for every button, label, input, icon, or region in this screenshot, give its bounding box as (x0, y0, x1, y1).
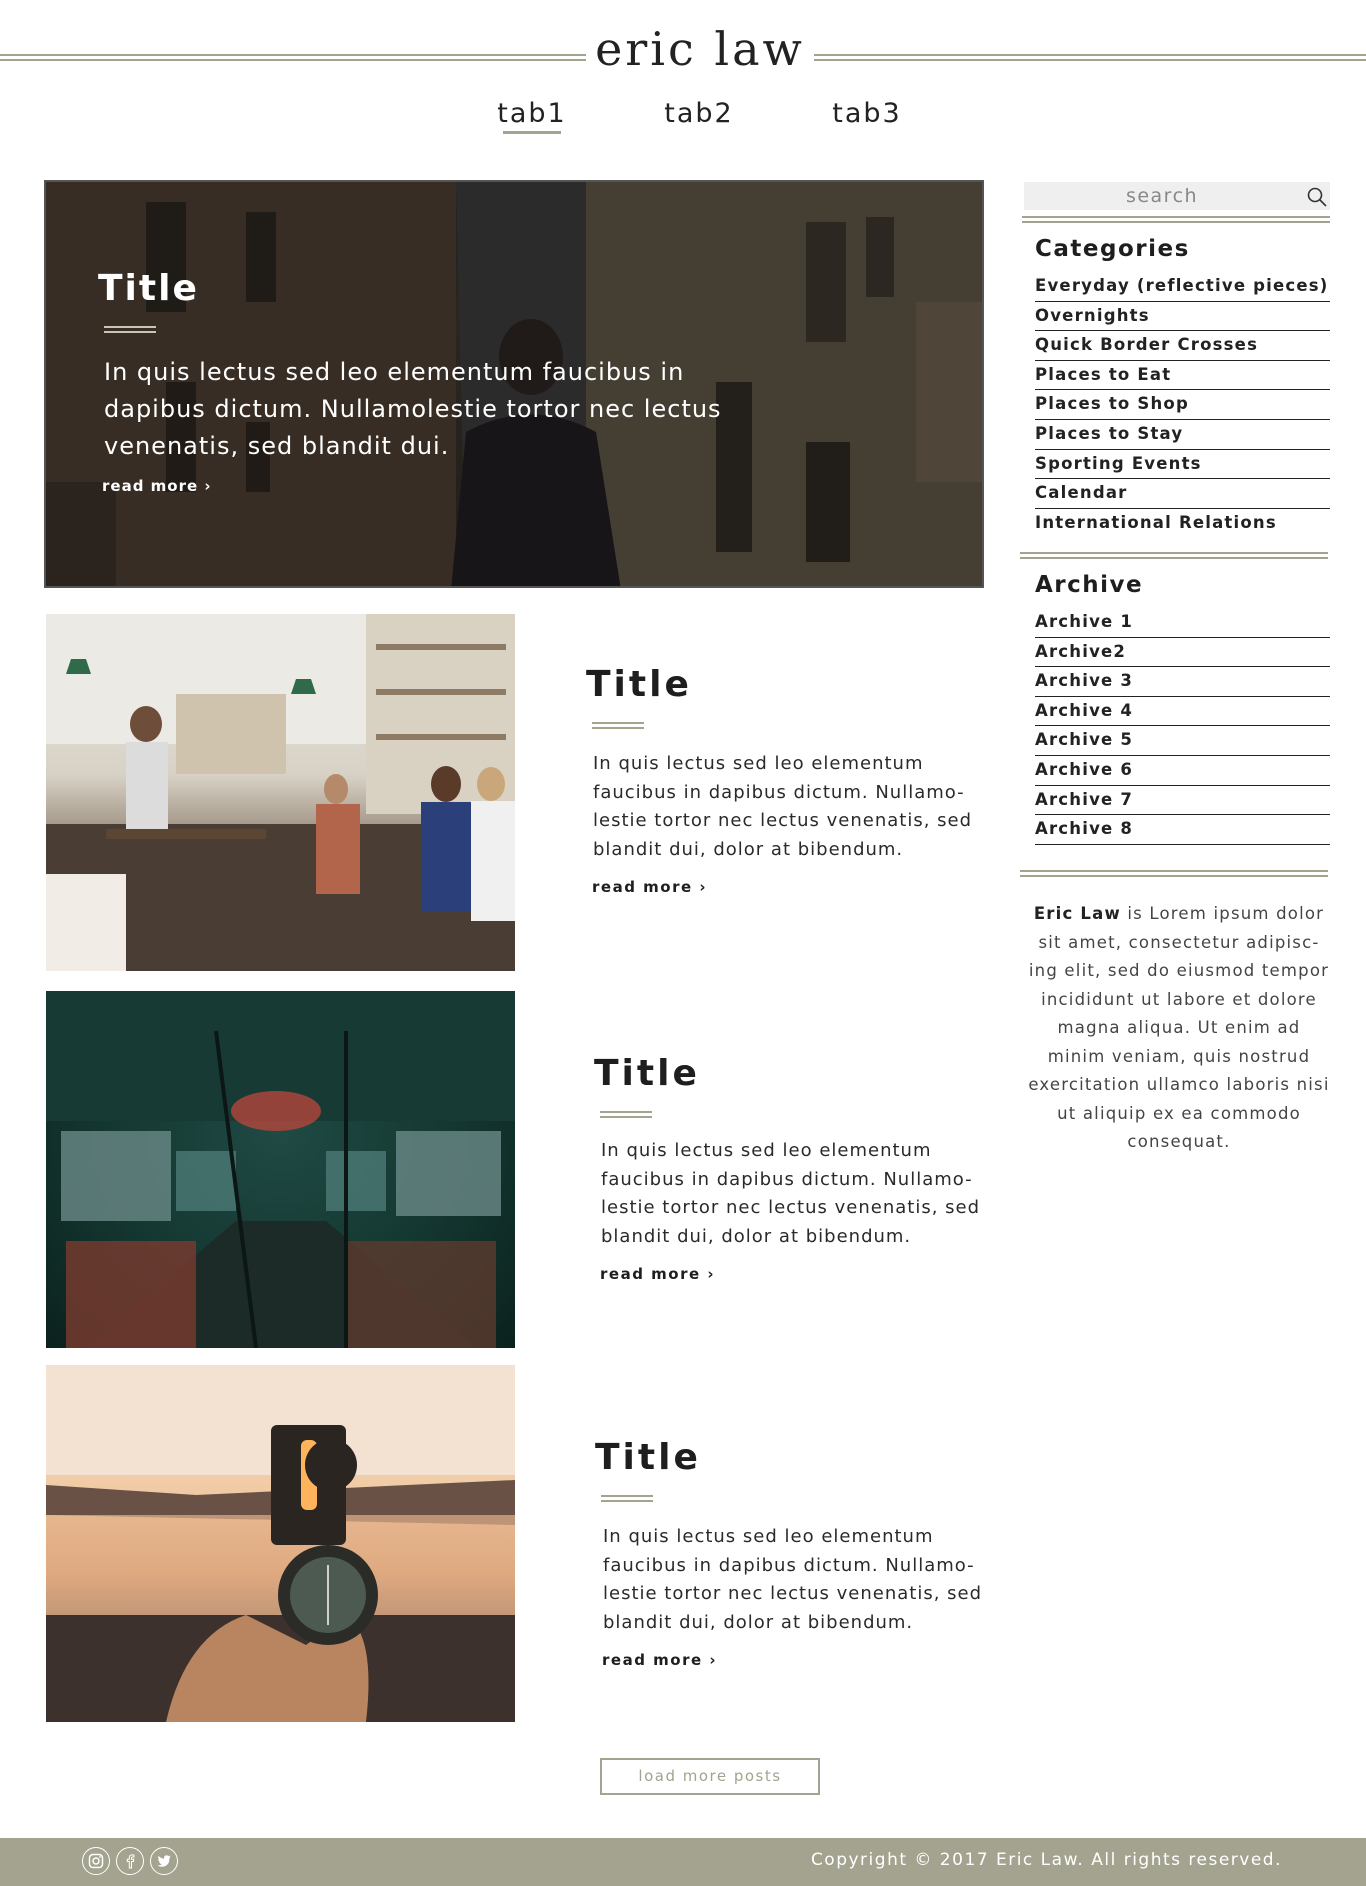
category-item-places-to-eat[interactable]: Places to Eat (1035, 361, 1330, 391)
category-item-quick-border-crosses[interactable]: Quick Border Crosses (1035, 331, 1330, 361)
twitter-icon[interactable] (150, 1847, 178, 1875)
facebook-icon[interactable] (116, 1847, 144, 1875)
category-item-everyday[interactable]: Everyday (reflective pieces) (1035, 272, 1330, 302)
load-more-posts-button[interactable]: load more posts (600, 1758, 820, 1795)
post-title[interactable]: Title (586, 664, 692, 705)
archive-item-4[interactable]: Archive 4 (1035, 697, 1330, 727)
archive-heading: Archive (1035, 572, 1144, 598)
post-read-more-link[interactable]: read more › (602, 1651, 717, 1669)
category-item-places-to-stay[interactable]: Places to Stay (1035, 420, 1330, 450)
category-item-sporting-events[interactable]: Sporting Events (1035, 450, 1330, 480)
categories-list: Everyday (reflective pieces) Overnights … (1035, 272, 1330, 538)
categories-divider (1020, 552, 1328, 559)
post-thumbnail-cafe[interactable] (46, 614, 515, 971)
archive-item-5[interactable]: Archive 5 (1035, 726, 1330, 756)
hero-read-more-link[interactable]: read more › (102, 477, 212, 495)
main-nav: tab1 tab2 tab3 (0, 98, 1366, 138)
tab-2[interactable]: tab2 (639, 98, 759, 129)
post-title-divider (600, 1111, 652, 1118)
hero-excerpt: In quis lectus sed leo elementum faucibu… (104, 358, 722, 460)
post-title-divider (601, 1495, 653, 1502)
search-box (1024, 182, 1330, 210)
site-title[interactable]: eric law (586, 22, 814, 76)
post-title[interactable]: Title (595, 1437, 701, 1478)
copyright-text: Copyright © 2017 Eric Law. All rights re… (810, 1850, 1282, 1870)
post-thumbnail-compass[interactable] (46, 1365, 515, 1722)
site-footer: Copyright © 2017 Eric Law. All rights re… (0, 1838, 1366, 1886)
cafe-photo (46, 614, 515, 971)
post-excerpt: In quis lectus sed leo elementum faucibu… (603, 1526, 983, 1633)
category-item-international-relations[interactable]: International Relations (1035, 509, 1330, 539)
site-header: eric law tab1 tab2 tab3 (0, 0, 1366, 150)
category-item-calendar[interactable]: Calendar (1035, 479, 1330, 509)
archive-item-8[interactable]: Archive 8 (1035, 815, 1330, 845)
search-icon[interactable] (1306, 186, 1328, 208)
compass-photo (46, 1365, 515, 1722)
category-item-places-to-shop[interactable]: Places to Shop (1035, 390, 1330, 420)
categories-heading: Categories (1035, 236, 1190, 262)
hero-title-divider (104, 326, 156, 333)
bus-photo (46, 991, 515, 1348)
hero-title[interactable]: Title (98, 268, 199, 309)
brand-divider-left (0, 54, 586, 61)
brand-row: eric law (0, 22, 1366, 92)
tab-2-label: tab2 (664, 98, 734, 129)
post-card: Title In quis lectus sed leo elementum f… (46, 614, 986, 974)
tab-1-label: tab1 (497, 98, 567, 129)
tab-3-label: tab3 (832, 98, 902, 129)
about-blurb: Eric Law is Lorem ipsum dolor sit amet, … (1028, 900, 1330, 1157)
post-excerpt: In quis lectus sed leo elementum faucibu… (601, 1140, 981, 1247)
about-text: is Lorem ipsum dolor sit amet, consectet… (1028, 904, 1330, 1151)
search-input[interactable] (1024, 182, 1300, 210)
post-card: Title In quis lectus sed leo elementum f… (46, 991, 986, 1351)
post-title-divider (592, 722, 644, 729)
archive-item-6[interactable]: Archive 6 (1035, 756, 1330, 786)
active-tab-underline (503, 131, 561, 134)
tab-1[interactable]: tab1 (472, 98, 592, 134)
post-excerpt: In quis lectus sed leo elementum faucibu… (593, 753, 973, 860)
archive-item-7[interactable]: Archive 7 (1035, 786, 1330, 816)
featured-post[interactable]: Title In quis lectus sed leo elementum f… (44, 180, 984, 588)
post-read-more-link[interactable]: read more › (592, 878, 707, 896)
tab-3[interactable]: tab3 (807, 98, 927, 129)
archive-item-2[interactable]: Archive2 (1035, 638, 1330, 668)
about-author-name: Eric Law (1033, 904, 1121, 923)
brand-divider-right (814, 54, 1366, 61)
archive-item-1[interactable]: Archive 1 (1035, 608, 1330, 638)
search-divider (1022, 216, 1330, 223)
instagram-icon[interactable] (82, 1847, 110, 1875)
archive-item-3[interactable]: Archive 3 (1035, 667, 1330, 697)
post-title[interactable]: Title (594, 1053, 700, 1094)
category-item-overnights[interactable]: Overnights (1035, 302, 1330, 332)
archive-list: Archive 1 Archive2 Archive 3 Archive 4 A… (1035, 608, 1330, 845)
post-read-more-link[interactable]: read more › (600, 1265, 715, 1283)
post-card: Title In quis lectus sed leo elementum f… (46, 1365, 986, 1725)
archive-divider (1020, 870, 1328, 877)
post-thumbnail-bus[interactable] (46, 991, 515, 1348)
